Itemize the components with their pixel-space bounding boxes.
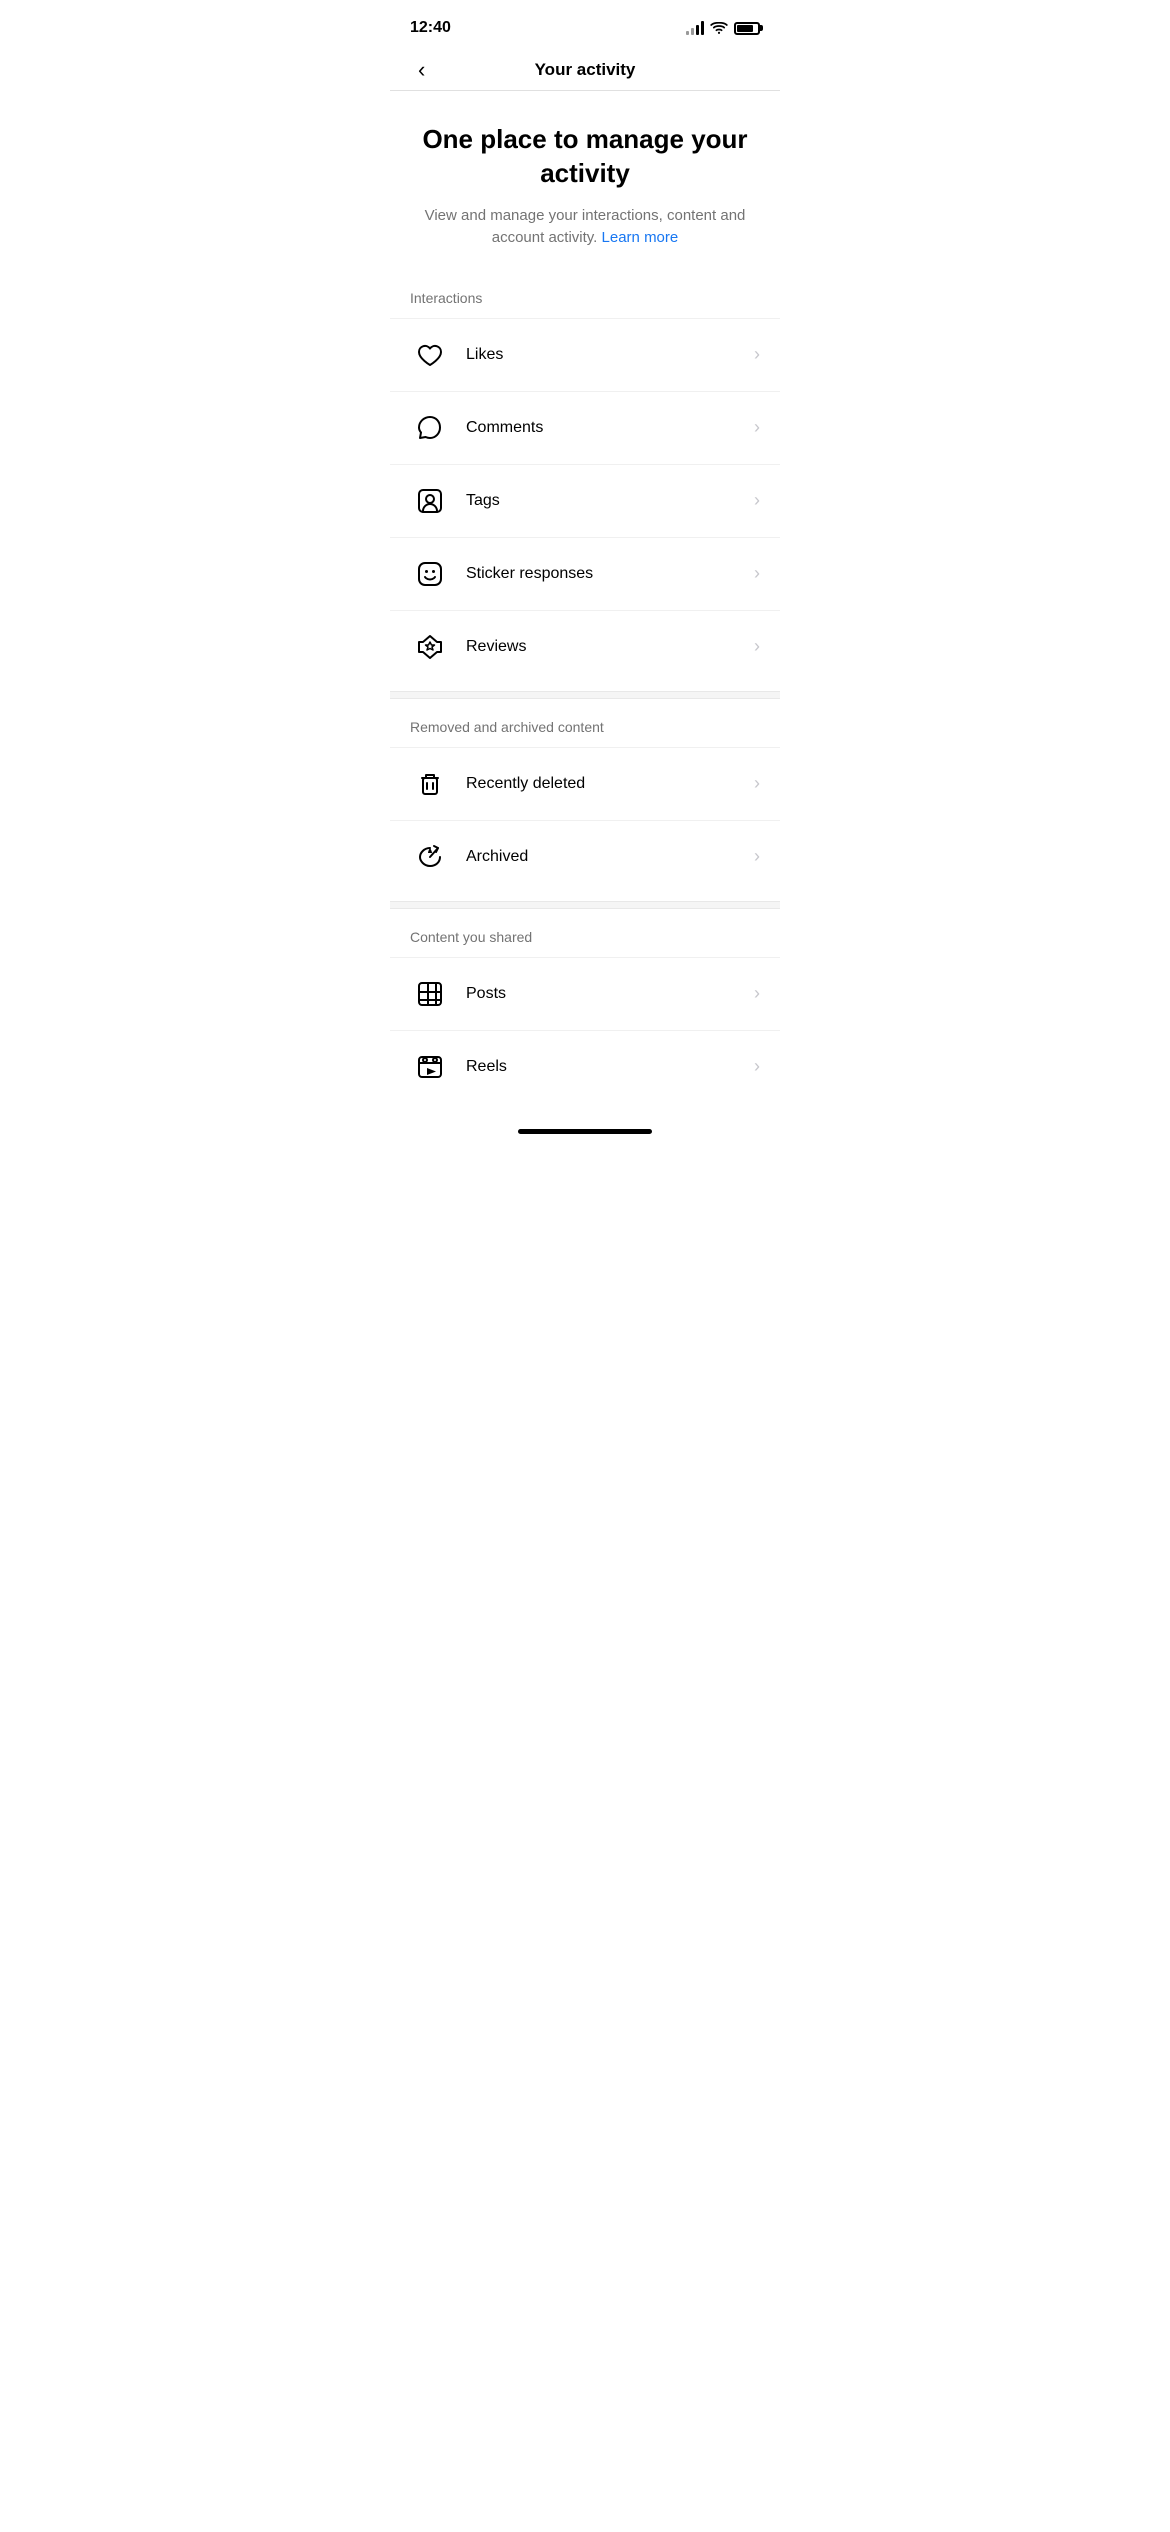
menu-item-likes[interactable]: Likes ›: [390, 318, 780, 391]
posts-chevron: ›: [754, 983, 760, 1004]
menu-item-comments[interactable]: Comments ›: [390, 391, 780, 464]
home-bar: [518, 1129, 652, 1134]
nav-bar: ‹ Your activity: [390, 50, 780, 91]
learn-more-link[interactable]: Learn more: [602, 229, 679, 246]
sticker-responses-label: Sticker responses: [466, 565, 754, 583]
tags-chevron: ›: [754, 490, 760, 511]
hero-section: One place to manage your activity View a…: [390, 91, 780, 270]
home-indicator: [390, 1113, 780, 1142]
menu-item-sticker-responses[interactable]: Sticker responses ›: [390, 537, 780, 610]
posts-icon: [410, 974, 450, 1014]
comments-chevron: ›: [754, 417, 760, 438]
likes-chevron: ›: [754, 344, 760, 365]
menu-item-tags[interactable]: Tags ›: [390, 464, 780, 537]
menu-item-recently-deleted[interactable]: Recently deleted ›: [390, 747, 780, 820]
section-divider-2: [390, 901, 780, 909]
section-removed-archived: Removed and archived content Recently de…: [390, 699, 780, 893]
tags-icon: [410, 481, 450, 521]
archived-chevron: ›: [754, 846, 760, 867]
menu-item-posts[interactable]: Posts ›: [390, 957, 780, 1030]
tags-label: Tags: [466, 492, 754, 510]
back-button[interactable]: ‹: [410, 53, 433, 87]
recently-deleted-icon: [410, 764, 450, 804]
wifi-icon: [710, 22, 728, 35]
section-divider-1: [390, 691, 780, 699]
recently-deleted-chevron: ›: [754, 773, 760, 794]
archived-label: Archived: [466, 848, 754, 866]
signal-icon: [686, 21, 704, 35]
section-label-interactions: Interactions: [390, 290, 780, 318]
menu-item-reels[interactable]: Reels ›: [390, 1030, 780, 1103]
reviews-label: Reviews: [466, 638, 754, 656]
section-label-removed-archived: Removed and archived content: [390, 719, 780, 747]
likes-label: Likes: [466, 346, 754, 364]
section-interactions: Interactions Likes › Comments › Tags: [390, 270, 780, 683]
page-title: Your activity: [535, 60, 636, 80]
reels-chevron: ›: [754, 1056, 760, 1077]
posts-label: Posts: [466, 985, 754, 1003]
archived-icon: [410, 837, 450, 877]
menu-item-archived[interactable]: Archived ›: [390, 820, 780, 893]
status-time: 12:40: [410, 19, 451, 37]
comments-label: Comments: [466, 419, 754, 437]
reels-label: Reels: [466, 1058, 754, 1076]
reviews-chevron: ›: [754, 636, 760, 657]
reels-icon: [410, 1047, 450, 1087]
sticker-responses-icon: [410, 554, 450, 594]
hero-subtitle: View and manage your interactions, conte…: [414, 205, 756, 250]
sticker-responses-chevron: ›: [754, 563, 760, 584]
comments-icon: [410, 408, 450, 448]
hero-title: One place to manage your activity: [414, 123, 756, 191]
battery-icon: [734, 22, 760, 35]
reviews-icon: [410, 627, 450, 667]
likes-icon: [410, 335, 450, 375]
status-icons: [686, 21, 760, 35]
section-content-shared: Content you shared Posts › Reels: [390, 909, 780, 1103]
menu-item-reviews[interactable]: Reviews ›: [390, 610, 780, 683]
section-label-content-shared: Content you shared: [390, 929, 780, 957]
recently-deleted-label: Recently deleted: [466, 775, 754, 793]
status-bar: 12:40: [390, 0, 780, 50]
